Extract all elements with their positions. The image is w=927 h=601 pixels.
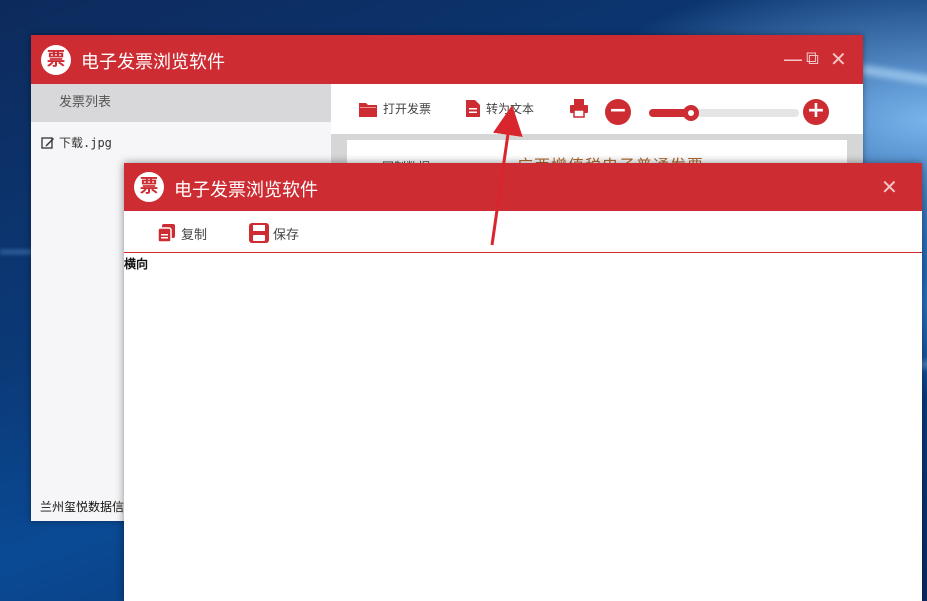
printer-icon <box>570 99 588 118</box>
list-item-label: 下载.jpg <box>59 136 112 150</box>
restore-icon[interactable]: ⧉ <box>806 49 819 69</box>
text-window-titlebar[interactable]: 票 电子发票浏览软件 ✕ <box>124 163 922 211</box>
save-button[interactable]: 保存 <box>249 223 299 243</box>
edit-icon <box>41 136 54 149</box>
document-icon <box>466 100 480 117</box>
window-title: 电子发票浏览软件 <box>81 52 225 73</box>
copy-button[interactable]: 复制 <box>157 223 207 243</box>
sidebar-header: 发票列表 <box>31 84 331 122</box>
minimize-icon[interactable]: — <box>783 49 803 69</box>
convert-to-text-button[interactable]: 转为文本 <box>466 100 534 117</box>
light-beam <box>860 64 927 106</box>
close-icon[interactable]: ✕ <box>830 49 847 69</box>
copy-label: 复制 <box>181 227 208 243</box>
folder-icon <box>359 102 377 117</box>
zoom-slider-handle[interactable] <box>683 105 699 121</box>
watermark: 下载吧 www.xiazaiba.com <box>777 540 921 597</box>
window-title: 电子发票浏览软件 <box>174 180 318 201</box>
watermark-logo-text: 下载吧 <box>777 536 921 590</box>
app-logo-icon: 票 <box>134 172 164 202</box>
company-name-text: 兰州玺悦数据信 <box>40 500 125 514</box>
print-button[interactable] <box>569 98 589 118</box>
open-invoice-label: 打开发票 <box>383 102 432 116</box>
copy-icon <box>157 224 175 243</box>
main-toolbar: 打开发票 转为文本 − + <box>331 84 863 134</box>
save-label: 保存 <box>273 227 300 243</box>
save-icon <box>249 223 269 243</box>
zoom-slider[interactable] <box>649 105 799 121</box>
zoom-in-button[interactable]: + <box>803 99 829 125</box>
list-item-invoice-file[interactable]: 下载.jpg <box>41 134 112 151</box>
open-invoice-button[interactable]: 打开发票 <box>359 100 431 117</box>
zoom-out-button[interactable]: − <box>605 99 631 125</box>
extracted-text-content[interactable]: 横向 <box>124 255 148 272</box>
convert-to-text-label: 转为文本 <box>486 102 535 116</box>
text-window-toolbar: 复制 保存 <box>124 211 922 253</box>
close-icon[interactable]: ✕ <box>881 177 898 197</box>
main-window-titlebar[interactable]: 票 电子发票浏览软件 — ⧉ ✕ <box>31 35 863 84</box>
app-logo-icon: 票 <box>41 45 71 75</box>
